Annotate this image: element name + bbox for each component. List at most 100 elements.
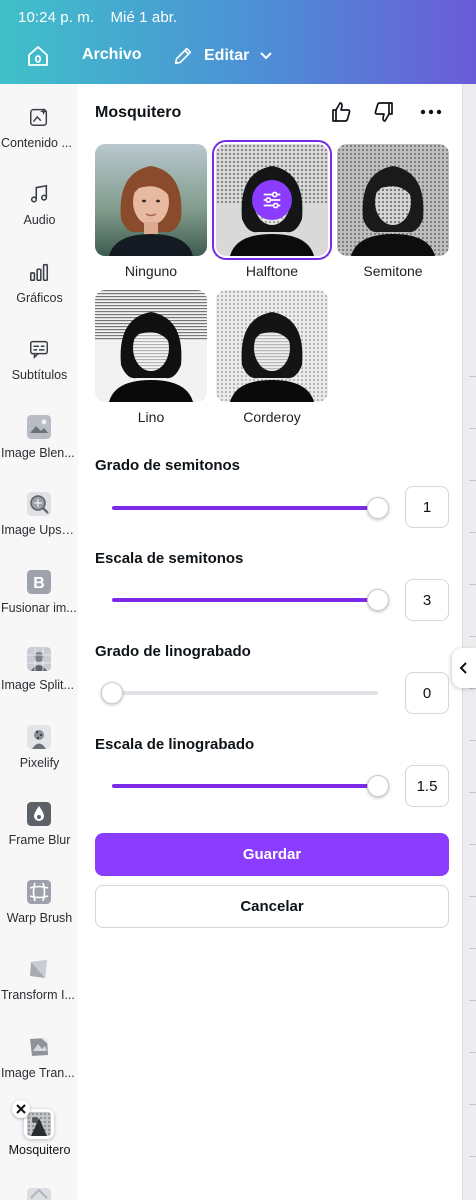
ruler-tick	[469, 1052, 476, 1053]
image-blend-icon	[26, 414, 52, 440]
ruler-tick	[469, 688, 476, 689]
image-transform-icon	[26, 1034, 52, 1060]
sliders-icon	[263, 191, 281, 209]
thumbs-down-button[interactable]	[372, 100, 396, 124]
bar-chart-icon	[26, 259, 52, 285]
sidebar-item-pixelify[interactable]: Pixelify	[0, 724, 78, 790]
sidebar-item-audio[interactable]: Audio	[0, 181, 78, 247]
sidebar-item-image-split[interactable]: Image Split...	[0, 646, 78, 712]
ruler-tick	[469, 636, 476, 637]
sidebar-item-label: Image Split...	[1, 678, 74, 692]
sidebar-item-frame-blur[interactable]: Frame Blur	[0, 801, 78, 867]
slider-knob[interactable]	[367, 497, 389, 519]
more-horizontal-icon	[420, 109, 442, 115]
sidebar-item-image-transform[interactable]: Image Tran...	[0, 1034, 78, 1100]
sidebar-item-label: Warp Brush	[6, 911, 73, 925]
slider-knob[interactable]	[367, 589, 389, 611]
effect-ninguno[interactable]: Ninguno	[95, 144, 207, 279]
sidebar-item-image-upscale[interactable]: Image Upsc...	[0, 491, 78, 557]
collapse-panel-button[interactable]	[452, 648, 476, 688]
sidebar-item-fusionar[interactable]: B Fusionar im...	[0, 569, 78, 635]
svg-text:B: B	[33, 575, 45, 592]
slider-fill	[112, 784, 378, 788]
ruler-tick	[469, 584, 476, 585]
cancel-button[interactable]: Cancelar	[95, 885, 449, 928]
save-button[interactable]: Guardar	[95, 833, 449, 876]
more-options-button[interactable]	[419, 100, 443, 124]
sidebar-item-label: Image Blen...	[1, 446, 75, 460]
status-time: 10:24 p. m.	[18, 9, 95, 26]
warp-brush-icon	[26, 879, 52, 905]
sidebar-item-warp-brush[interactable]: Warp Brush	[0, 879, 78, 945]
sidebar-item-image-blend[interactable]: Image Blen...	[0, 414, 78, 480]
mosquitero-panel: Mosquitero Ninguno Halftone Semitone Lin…	[78, 84, 462, 1200]
adjust-settings-button[interactable]	[252, 180, 292, 220]
image-upscale-icon	[26, 491, 52, 517]
merge-b-icon: B	[26, 569, 52, 595]
status-date: Mié 1 abr.	[110, 9, 178, 26]
ruler-tick	[469, 1156, 476, 1157]
thumbs-up-button[interactable]	[329, 100, 353, 124]
ruler-tick	[469, 376, 476, 377]
sidebar-item-subtitulos[interactable]: Subtítulos	[0, 336, 78, 402]
sidebar-item-transform[interactable]: Transform I...	[0, 956, 78, 1022]
thumbs-up-icon	[332, 102, 351, 122]
slider-knob[interactable]	[367, 775, 389, 797]
sidebar-item-mosquitero[interactable]: Mosquitero	[0, 1109, 78, 1177]
sidebar-item-graficos[interactable]: Gráficos	[0, 259, 78, 325]
sidebar-item-label: Contenido ...	[1, 136, 72, 150]
home-button[interactable]	[26, 44, 50, 68]
ruler-tick	[469, 740, 476, 741]
editar-label: Editar	[204, 47, 250, 64]
sidebar-item-label: Gráficos	[16, 291, 63, 305]
grado-semitonos-slider[interactable]	[112, 497, 389, 519]
ruler-tick	[469, 480, 476, 481]
magic-media-icon	[26, 104, 52, 130]
ruler-tick	[469, 792, 476, 793]
sidebar-item-label: Mosquitero	[8, 1143, 71, 1157]
editar-menu[interactable]: Editar	[172, 42, 273, 70]
sidebar-item-contenido[interactable]: Contenido ...	[0, 104, 78, 170]
grado-semitonos-value[interactable]: 1	[405, 486, 449, 528]
ruler-tick	[469, 532, 476, 533]
slider-fill	[112, 506, 378, 510]
effect-corderoy[interactable]: Corderoy	[216, 290, 328, 425]
effect-semitone[interactable]: Semitone	[337, 144, 449, 279]
effect-label: Lino	[137, 409, 165, 425]
effect-lino[interactable]: Lino	[95, 290, 207, 425]
archivo-menu[interactable]: Archivo	[82, 46, 142, 64]
sidebar-item-label: Transform I...	[1, 988, 75, 1002]
portrait-thumbnail	[212, 140, 332, 260]
apps-sidebar: Contenido ... Audio Gráficos Subtítulos …	[0, 84, 78, 1200]
ruler-tick	[469, 948, 476, 949]
thumbs-down-icon	[374, 102, 393, 122]
panel-title: Mosquitero	[95, 104, 182, 121]
sidebar-item-label: Image Upsc...	[1, 523, 78, 537]
ruler-tick	[469, 428, 476, 429]
effect-label: Ninguno	[124, 263, 178, 279]
sidebar-item-label: Subtítulos	[11, 368, 68, 382]
grado-linograbado-slider[interactable]	[101, 682, 378, 704]
sidebar-item-more[interactable]	[0, 1187, 78, 1200]
slider-knob[interactable]	[101, 682, 123, 704]
chevron-down-icon	[260, 52, 273, 60]
escala-semitonos-value[interactable]: 3	[405, 579, 449, 621]
effect-halftone[interactable]: Halftone	[212, 140, 332, 279]
slider-fill	[112, 598, 378, 602]
escala-semitonos-slider[interactable]	[112, 589, 389, 611]
more-app-icon	[26, 1187, 52, 1200]
image-split-icon	[26, 646, 52, 672]
control-label: Escala de linograbado	[95, 736, 255, 753]
sidebar-item-label: Audio	[23, 213, 56, 227]
portrait-thumbnail	[216, 290, 328, 402]
grado-linograbado-value[interactable]: 0	[405, 672, 449, 714]
drop-icon	[26, 801, 52, 827]
sidebar-item-label: Frame Blur	[8, 833, 71, 847]
home-icon	[28, 46, 48, 66]
effect-label: Halftone	[245, 263, 299, 279]
close-app-button[interactable]	[12, 1100, 30, 1118]
escala-linograbado-slider[interactable]	[112, 775, 389, 797]
canvas-ruler	[462, 84, 476, 1200]
escala-linograbado-value[interactable]: 1.5	[405, 765, 449, 807]
ruler-tick	[469, 896, 476, 897]
